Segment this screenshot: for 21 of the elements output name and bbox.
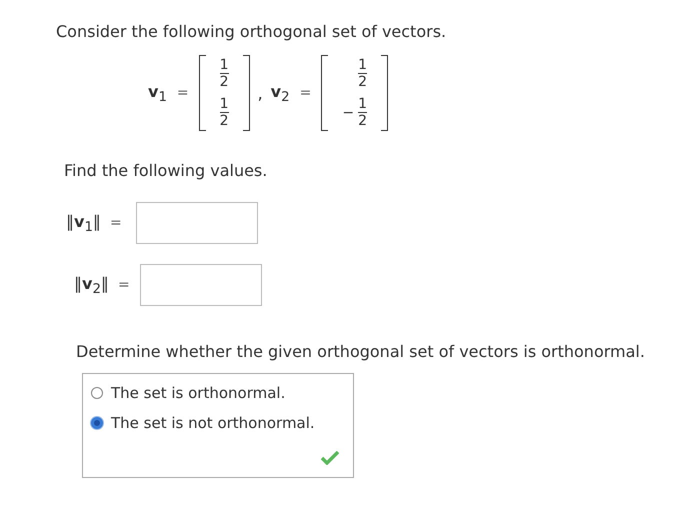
fraction: 1 2 [220, 96, 229, 130]
minus-sign: − [342, 104, 354, 121]
radio-option[interactable]: The set is orthonormal. [91, 384, 353, 402]
fraction: 1 2 [220, 57, 229, 90]
answer-field[interactable] [140, 264, 262, 306]
radio-button[interactable] [91, 387, 103, 400]
norm-label: ‖v$_{2}$‖ = [74, 274, 131, 297]
vector-label: v$_{2}$ [270, 82, 290, 105]
prompt-text: Find the following values. [64, 161, 268, 180]
radio-option[interactable]: The set is not orthonormal. [91, 414, 353, 432]
vector-label: v$_{1}$ [148, 82, 167, 105]
question-text: Consider the following orthogonal set of vectors. [56, 22, 448, 41]
radio-button[interactable] [91, 417, 103, 430]
fraction: 1 2 [358, 57, 367, 90]
equals-sign: = [176, 85, 189, 102]
equals-sign: = [300, 85, 312, 102]
question-text: Determine whether the given orthogonal set of vectors is orthonormal. [76, 342, 646, 362]
comma: , [258, 84, 263, 103]
fraction: 1 2 [358, 96, 367, 130]
answer-field[interactable] [136, 202, 258, 244]
norm-label: ‖v$_{1}$‖ = [66, 212, 123, 235]
